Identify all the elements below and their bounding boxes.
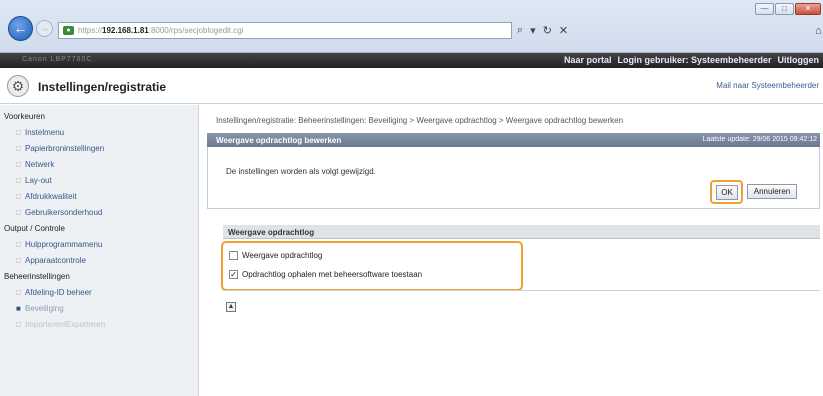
- bullet-icon: □: [16, 176, 21, 185]
- checkbox-unchecked[interactable]: [229, 251, 238, 260]
- bullet-icon: □: [16, 288, 21, 297]
- bullet-icon: □: [16, 144, 21, 153]
- secure-site-icon: ●: [63, 26, 74, 35]
- back-button[interactable]: ←: [8, 16, 33, 41]
- info-message: De instellingen worden als volgt gewijzi…: [226, 167, 376, 176]
- sidebar-item-lay-out[interactable]: □ Lay-out: [16, 176, 52, 185]
- logout-link[interactable]: Uitloggen: [778, 55, 820, 65]
- url-prefix: https://: [78, 26, 103, 35]
- sidebar-section-voorkeuren[interactable]: Voorkeuren: [4, 112, 45, 121]
- maximize-button[interactable]: □: [775, 3, 794, 15]
- bullet-icon: □: [16, 192, 21, 201]
- sidebar-item-label: Beveiliging: [25, 304, 64, 313]
- option-opdrachtlog-ophalen[interactable]: ✓ Opdrachtlog ophalen met beheersoftware…: [229, 270, 422, 279]
- sidebar-item-label: Lay-out: [25, 176, 52, 185]
- sidebar-item-label: Apparaatcontrole: [25, 256, 86, 265]
- sidebar-item-label: Importeren/Exporteren: [25, 320, 106, 329]
- portal-links: Naar portal Login gebruiker: Systeembehe…: [564, 55, 819, 65]
- sidebar: Voorkeuren □ Instelmenu □ Papierbroninstel…: [0, 105, 199, 396]
- sidebar-item-hulpprogrammamenu[interactable]: □ Hulpprogrammamenu: [16, 240, 102, 249]
- settings-gear-icon: ⚙: [7, 75, 29, 97]
- sidebar-section-beheerinstellingen[interactable]: Beheerinstellingen: [4, 272, 70, 281]
- portal-bar: Canon LBP7780C Naar portal Login gebruik…: [0, 53, 823, 68]
- last-update: Laatste update: 29/06 2015 09:42:12: [702, 136, 817, 143]
- option-weergave-opdrachtlog[interactable]: Weergave opdrachtlog: [229, 251, 322, 260]
- panel-header: Weergave opdrachtlog bewerken Laatste up…: [207, 133, 820, 147]
- stop-icon[interactable]: ✕: [559, 24, 568, 37]
- address-tools: ⌕ ▾ ↻ ✕ ⌂ ☆ ⚙: [517, 22, 822, 39]
- sidebar-item-afdrukkwaliteit[interactable]: □ Afdrukkwaliteit: [16, 192, 77, 201]
- forward-button[interactable]: →: [36, 20, 53, 37]
- url-host: 192.168.1.81: [102, 26, 149, 35]
- bullet-selected-icon: ■: [16, 304, 21, 313]
- sidebar-item-label: Netwerk: [25, 160, 55, 169]
- section-title: Weergave opdrachtlog: [228, 228, 315, 237]
- sidebar-item-beveiliging[interactable]: ■ Beveiliging: [16, 304, 64, 313]
- sidebar-item-netwerk[interactable]: □ Netwerk: [16, 160, 54, 169]
- home-icon[interactable]: ⌂: [815, 25, 822, 37]
- sidebar-item-afdeling-id-beheer[interactable]: □ Afdeling-ID beheer: [16, 288, 92, 297]
- sidebar-item-apparaatcontrole[interactable]: □ Apparaatcontrole: [16, 256, 86, 265]
- minimize-button[interactable]: —: [755, 3, 774, 15]
- dropdown-icon[interactable]: ▾: [530, 24, 536, 37]
- sidebar-item-label: Papierbroninstellingen: [25, 144, 105, 153]
- portal-link[interactable]: Naar portal: [564, 55, 612, 65]
- sidebar-item-instelmenu[interactable]: □ Instelmenu: [16, 128, 64, 137]
- bullet-icon: □: [16, 160, 21, 169]
- bullet-icon: □: [16, 256, 21, 265]
- window-controls: — □ ✕: [755, 3, 821, 15]
- page-title: Instellingen/registratie: [38, 80, 167, 94]
- bullet-icon: □: [16, 208, 21, 217]
- browser-chrome: — □ ✕ ← → ● https:// 192.168.1.81 :8000/…: [0, 0, 823, 53]
- panel-body: De instellingen worden als volgt gewijzi…: [207, 147, 820, 209]
- sidebar-item-gebruikersonderhoud[interactable]: □ Gebruikersonderhoud: [16, 208, 102, 217]
- option-label: Opdrachtlog ophalen met beheersoftware t…: [242, 270, 423, 279]
- ok-highlight: OK: [710, 180, 743, 204]
- ok-button[interactable]: OK: [716, 185, 738, 200]
- login-user-label: Login gebruiker: Systeembeheerder: [617, 55, 772, 65]
- page-top-icon[interactable]: ▲: [226, 302, 236, 312]
- sidebar-item-label: Hulpprogrammamenu: [25, 240, 103, 249]
- device-name: Canon LBP7780C: [22, 56, 93, 63]
- browser-window: — □ ✕ ← → ● https:// 192.168.1.81 :8000/…: [0, 0, 823, 396]
- refresh-icon[interactable]: ↻: [543, 24, 552, 37]
- panel-title: Weergave opdrachtlog bewerken: [216, 136, 342, 145]
- sidebar-section-output-controle[interactable]: Output / Controle: [4, 224, 65, 233]
- search-icon[interactable]: ⌕: [517, 24, 523, 37]
- section-header: Weergave opdrachtlog: [223, 225, 820, 239]
- option-label: Weergave opdrachtlog: [242, 251, 323, 260]
- sidebar-item-label: Gebruikersonderhoud: [25, 208, 103, 217]
- sidebar-item-papierbroninstellingen[interactable]: □ Papierbroninstellingen: [16, 144, 104, 153]
- sidebar-item-label: Afdeling-ID beheer: [25, 288, 92, 297]
- sidebar-item-label: Instelmenu: [25, 128, 65, 137]
- address-bar[interactable]: ● https:// 192.168.1.81 :8000/rps/secjob…: [58, 22, 512, 39]
- checkbox-checked[interactable]: ✓: [229, 270, 238, 279]
- cancel-button[interactable]: Annuleren: [747, 184, 797, 199]
- bullet-icon: □: [16, 128, 21, 137]
- breadcrumb: Instellingen/registratie: Beheerinstelli…: [216, 116, 624, 125]
- sidebar-item-importeren-exporteren[interactable]: □ Importeren/Exporteren: [16, 320, 105, 329]
- url-path: :8000/rps/secjoblogedit.cgi: [148, 26, 244, 35]
- options-highlight: Weergave opdrachtlog ✓ Opdrachtlog ophal…: [221, 241, 523, 291]
- bullet-icon: □: [16, 240, 21, 249]
- divider: [223, 290, 820, 291]
- page-header: ⚙ Instellingen/registratie Mail naar Sys…: [0, 68, 823, 104]
- mail-admin-link[interactable]: Mail naar Systeembeheerder: [716, 81, 819, 90]
- close-window-button[interactable]: ✕: [795, 3, 821, 15]
- bullet-icon: □: [16, 320, 21, 329]
- sidebar-item-label: Afdrukkwaliteit: [25, 192, 77, 201]
